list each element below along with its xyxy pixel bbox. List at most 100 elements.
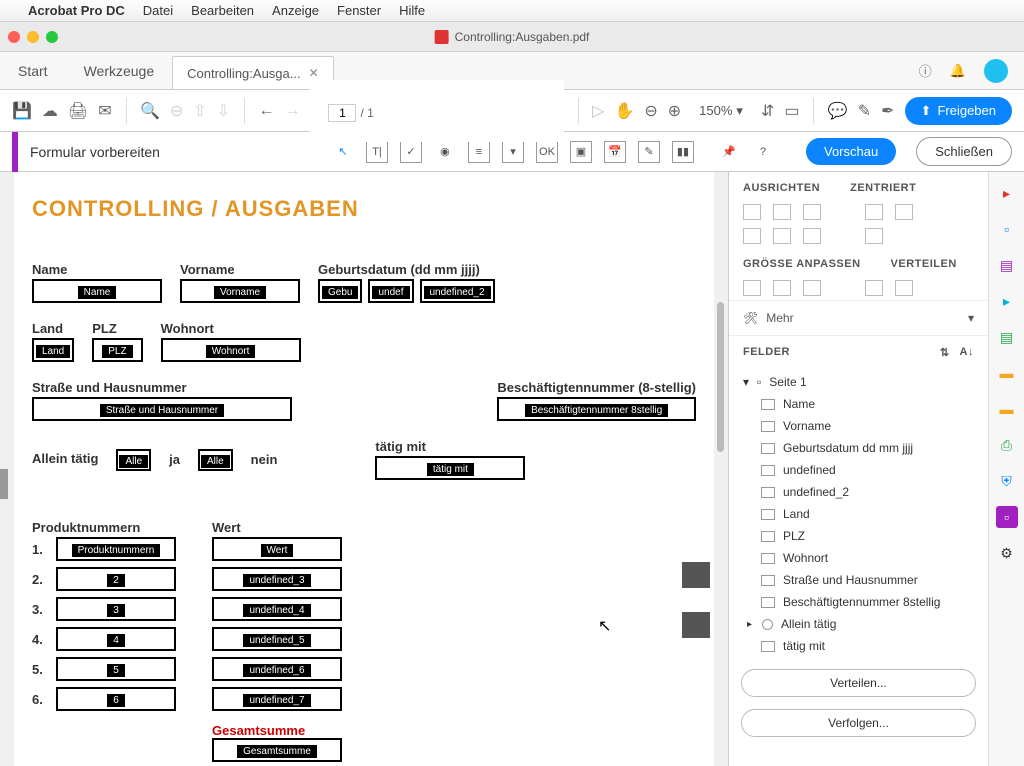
- document-scrollbar[interactable]: [717, 302, 724, 452]
- distribute-h-icon[interactable]: [865, 280, 883, 296]
- text-field-tool-icon[interactable]: T|: [366, 141, 388, 163]
- checkbox-tool-icon[interactable]: ✓: [400, 141, 422, 163]
- sidetool-export-icon[interactable]: ▸: [996, 290, 1018, 312]
- zoom-in-tool-icon[interactable]: 🔍: [140, 100, 160, 122]
- menu-app[interactable]: Acrobat Pro DC: [28, 3, 125, 18]
- date-tool-icon[interactable]: 📅: [604, 141, 626, 163]
- sidetool-print-icon[interactable]: ⎙: [996, 434, 1018, 456]
- dropdown-tool-icon[interactable]: ▾: [502, 141, 524, 163]
- fullscreen-window-button[interactable]: [46, 31, 58, 43]
- center-both-icon[interactable]: [865, 228, 883, 244]
- menu-help[interactable]: Hilfe: [399, 3, 425, 18]
- tree-field[interactable]: Name: [737, 393, 980, 415]
- field-gebu[interactable]: Gebu: [318, 279, 362, 303]
- align-middle-icon[interactable]: [773, 228, 791, 244]
- az-sort-icon[interactable]: A↓: [960, 346, 974, 359]
- cloud-icon[interactable]: ☁: [42, 100, 58, 122]
- align-left-icon[interactable]: [743, 204, 761, 220]
- center-h-icon[interactable]: [865, 204, 883, 220]
- zoom-out-icon[interactable]: ⊖: [644, 100, 657, 122]
- sidetool-organize-icon[interactable]: ▤: [996, 254, 1018, 276]
- pin-icon[interactable]: 📌: [718, 141, 740, 163]
- field-produkt-2[interactable]: 3: [56, 597, 176, 621]
- formhelp-icon[interactable]: ?: [752, 141, 774, 163]
- highlight-icon[interactable]: ✎: [858, 100, 871, 122]
- sidetool-protect-icon[interactable]: ⛨: [996, 470, 1018, 492]
- field-undef2[interactable]: undefined_2: [420, 279, 495, 303]
- document-area[interactable]: CONTROLLING / AUSGABEN Name Name Vorname…: [0, 172, 728, 766]
- menu-view[interactable]: Anzeige: [272, 3, 319, 18]
- print-icon[interactable]: 🖨: [68, 100, 88, 122]
- up-icon[interactable]: ⇧: [193, 100, 206, 122]
- field-name[interactable]: Name: [32, 279, 162, 303]
- field-produkt-3[interactable]: 4: [56, 627, 176, 651]
- sort-icon[interactable]: ⇅: [940, 346, 950, 359]
- field-wert-1[interactable]: undefined_3: [212, 567, 342, 591]
- page-next-icon[interactable]: →: [284, 100, 300, 122]
- sidetool-comment-icon[interactable]: ▬: [996, 362, 1018, 384]
- field-wert-3[interactable]: undefined_5: [212, 627, 342, 651]
- align-center-icon[interactable]: [773, 204, 791, 220]
- sidetool-more-icon[interactable]: ⚙: [996, 542, 1018, 564]
- tree-field[interactable]: PLZ: [737, 525, 980, 547]
- left-panel-handle[interactable]: [0, 469, 8, 499]
- prev-icon[interactable]: ⊖: [170, 100, 183, 122]
- tree-field[interactable]: Vorname: [737, 415, 980, 437]
- field-undef[interactable]: undef: [368, 279, 413, 303]
- field-wohnort[interactable]: Wohnort: [161, 338, 301, 362]
- sidetool-form-icon[interactable]: ▫: [996, 506, 1018, 528]
- down-icon[interactable]: ⇩: [217, 100, 230, 122]
- tab-close-icon[interactable]: ✕: [309, 66, 319, 80]
- button-tool-icon[interactable]: OK: [536, 141, 558, 163]
- tree-field[interactable]: ▸Allein tätig: [737, 613, 980, 635]
- sign-icon[interactable]: ✒: [881, 100, 894, 122]
- zoom-select[interactable]: 150% ▾: [691, 101, 751, 121]
- sidetool-create-icon[interactable]: ▸: [996, 182, 1018, 204]
- sidetool-scan-icon[interactable]: ▤: [996, 326, 1018, 348]
- fit-width-icon[interactable]: ⇵: [761, 100, 774, 122]
- mail-icon[interactable]: ✉: [98, 100, 111, 122]
- field-besch[interactable]: Beschäftigtennummer 8stellig: [497, 397, 696, 421]
- align-top-icon[interactable]: [743, 228, 761, 244]
- field-plz[interactable]: PLZ: [92, 338, 142, 362]
- field-produkt-1[interactable]: 2: [56, 567, 176, 591]
- size-h-icon[interactable]: [773, 280, 791, 296]
- comment-icon[interactable]: 💬: [828, 100, 848, 122]
- field-produkt-5[interactable]: 6: [56, 687, 176, 711]
- size-w-icon[interactable]: [743, 280, 761, 296]
- tree-field[interactable]: Straße und Hausnummer: [737, 569, 980, 591]
- signature-tool-icon[interactable]: ✎: [638, 141, 660, 163]
- field-wert-4[interactable]: undefined_6: [212, 657, 342, 681]
- more-menu[interactable]: 🛠Mehr▾: [729, 300, 988, 336]
- menu-edit[interactable]: Bearbeiten: [191, 3, 254, 18]
- sidetool-edit-icon[interactable]: ▫: [996, 218, 1018, 240]
- avatar[interactable]: [984, 59, 1008, 83]
- menu-file[interactable]: Datei: [143, 3, 173, 18]
- field-wert-5[interactable]: undefined_7: [212, 687, 342, 711]
- share-button[interactable]: ⬆ Freigeben: [905, 97, 1012, 125]
- bell-icon[interactable]: 🔔: [950, 63, 966, 79]
- barcode-tool-icon[interactable]: ▮▮: [672, 141, 694, 163]
- tree-field[interactable]: tätig mit: [737, 635, 980, 657]
- page-prev-icon[interactable]: ←: [258, 100, 274, 122]
- sidetool-combine-icon[interactable]: ▬: [996, 398, 1018, 420]
- align-right-icon[interactable]: [803, 204, 821, 220]
- save-icon[interactable]: 💾: [12, 100, 32, 122]
- field-allein-nein[interactable]: Alle: [198, 449, 233, 471]
- distribute-button[interactable]: Verteilen...: [741, 669, 976, 697]
- list-tool-icon[interactable]: ≡: [468, 141, 490, 163]
- tree-field[interactable]: Land: [737, 503, 980, 525]
- field-produkt-0[interactable]: Produktnummern: [56, 537, 176, 561]
- field-vorname[interactable]: Vorname: [180, 279, 300, 303]
- field-gesamt[interactable]: Gesamtsumme: [212, 738, 342, 762]
- zoom-in-icon[interactable]: ⊕: [668, 100, 681, 122]
- hand-icon[interactable]: ✋: [614, 100, 634, 122]
- fit-page-icon[interactable]: ▭: [784, 100, 799, 122]
- close-button[interactable]: Schließen: [916, 137, 1012, 166]
- tab-tools[interactable]: Werkzeuge: [66, 52, 173, 89]
- tab-start[interactable]: Start: [0, 52, 66, 89]
- field-allein-ja[interactable]: Alle: [116, 449, 151, 471]
- tree-field[interactable]: Geburtsdatum dd mm jjjj: [737, 437, 980, 459]
- tree-field[interactable]: Wohnort: [737, 547, 980, 569]
- distribute-v-icon[interactable]: [895, 280, 913, 296]
